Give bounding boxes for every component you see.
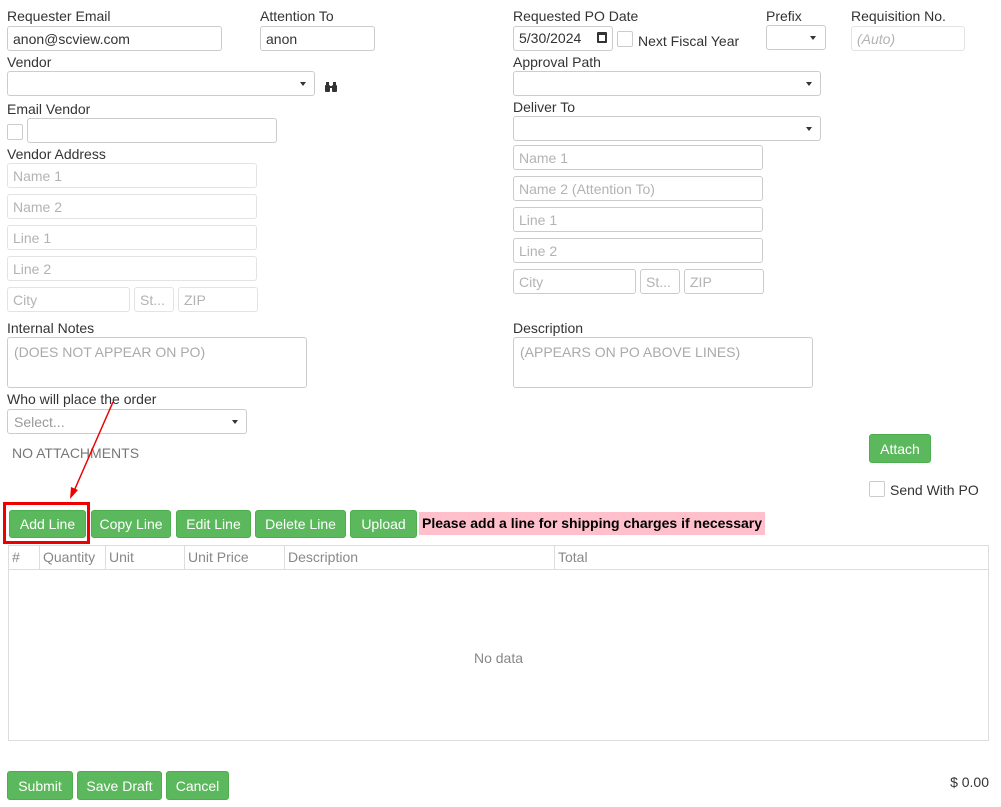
add-line-button[interactable]: Add Line (9, 510, 86, 538)
lines-grid[interactable]: # Quantity Unit Unit Price Description T… (8, 545, 989, 741)
column-header-number[interactable]: # (9, 546, 40, 569)
chevron-down-icon (806, 82, 812, 86)
delete-line-button[interactable]: Delete Line (255, 510, 346, 538)
vendor-select[interactable] (7, 71, 315, 96)
column-header-unit-price[interactable]: Unit Price (185, 546, 285, 569)
email-vendor-checkbox[interactable] (7, 124, 23, 140)
save-draft-button[interactable]: Save Draft (77, 771, 162, 800)
vendor-name2-input[interactable] (7, 194, 257, 219)
approval-path-select[interactable] (513, 71, 821, 96)
vendor-label: Vendor (7, 54, 52, 70)
column-header-unit[interactable]: Unit (106, 546, 185, 569)
next-fiscal-year-label: Next Fiscal Year (638, 33, 740, 49)
deliver-line2-input[interactable] (513, 238, 763, 263)
vendor-address-label: Vendor Address (7, 146, 106, 162)
description-textarea[interactable]: (APPEARS ON PO ABOVE LINES) (513, 337, 813, 388)
internal-notes-placeholder: (DOES NOT APPEAR ON PO) (14, 344, 206, 360)
deliver-line1-input[interactable] (513, 207, 763, 232)
deliver-to-select[interactable] (513, 116, 821, 141)
submit-button[interactable]: Submit (7, 771, 73, 800)
chevron-down-icon (232, 420, 238, 424)
chevron-down-icon (810, 36, 816, 40)
calendar-icon[interactable] (597, 32, 607, 43)
requested-po-date-value: 5/30/2024 (519, 30, 582, 46)
vendor-line2-input[interactable] (7, 256, 257, 281)
shipping-notice: Please add a line for shipping charges i… (419, 512, 766, 535)
internal-notes-label: Internal Notes (7, 320, 95, 336)
vendor-state-input[interactable] (134, 287, 174, 312)
vendor-name1-input[interactable] (7, 163, 257, 188)
attention-to-label: Attention To (260, 8, 334, 24)
approval-path-label: Approval Path (513, 54, 601, 70)
chevron-down-icon (806, 127, 812, 131)
deliver-to-label: Deliver To (513, 99, 575, 115)
deliver-zip-input[interactable] (684, 269, 764, 294)
order-total: $ 0.00 (950, 774, 989, 790)
vendor-line1-input[interactable] (7, 225, 257, 250)
requested-po-date-label: Requested PO Date (513, 8, 639, 24)
upload-button[interactable]: Upload (350, 510, 417, 538)
send-with-po-checkbox[interactable] (869, 481, 885, 497)
deliver-name2-input[interactable] (513, 176, 763, 201)
send-with-po-label: Send With PO (890, 482, 979, 498)
requisition-no-label: Requisition No. (851, 8, 946, 24)
requester-email-input[interactable] (7, 26, 222, 51)
column-header-description[interactable]: Description (285, 546, 555, 569)
requisition-no-input (851, 26, 965, 51)
cancel-button[interactable]: Cancel (166, 771, 229, 800)
internal-notes-textarea[interactable]: (DOES NOT APPEAR ON PO) (7, 337, 307, 388)
email-vendor-label: Email Vendor (7, 101, 91, 117)
edit-line-button[interactable]: Edit Line (176, 510, 251, 538)
column-header-total[interactable]: Total (555, 546, 988, 569)
vendor-city-input[interactable] (7, 287, 130, 312)
description-label: Description (513, 320, 584, 336)
requested-po-date-input[interactable]: 5/30/2024 (513, 26, 613, 51)
no-data-text: No data (473, 650, 524, 666)
prefix-select[interactable] (766, 25, 826, 50)
column-header-quantity[interactable]: Quantity (40, 546, 106, 569)
copy-line-button[interactable]: Copy Line (91, 510, 171, 538)
prefix-label: Prefix (766, 8, 802, 24)
deliver-city-input[interactable] (513, 269, 636, 294)
deliver-state-input[interactable] (640, 269, 680, 294)
who-places-order-value: Select... (14, 414, 65, 430)
annotation-arrow (70, 401, 114, 499)
requester-email-label: Requester Email (7, 8, 111, 24)
attach-button[interactable]: Attach (869, 434, 931, 463)
description-placeholder: (APPEARS ON PO ABOVE LINES) (520, 344, 741, 360)
binoculars-icon[interactable] (325, 79, 337, 92)
email-vendor-input[interactable] (27, 118, 277, 143)
next-fiscal-year-checkbox[interactable] (617, 31, 633, 47)
vendor-zip-input[interactable] (178, 287, 258, 312)
deliver-name1-input[interactable] (513, 145, 763, 170)
lines-grid-header: # Quantity Unit Unit Price Description T… (9, 546, 988, 570)
attention-to-input[interactable] (260, 26, 375, 51)
chevron-down-icon (300, 82, 306, 86)
